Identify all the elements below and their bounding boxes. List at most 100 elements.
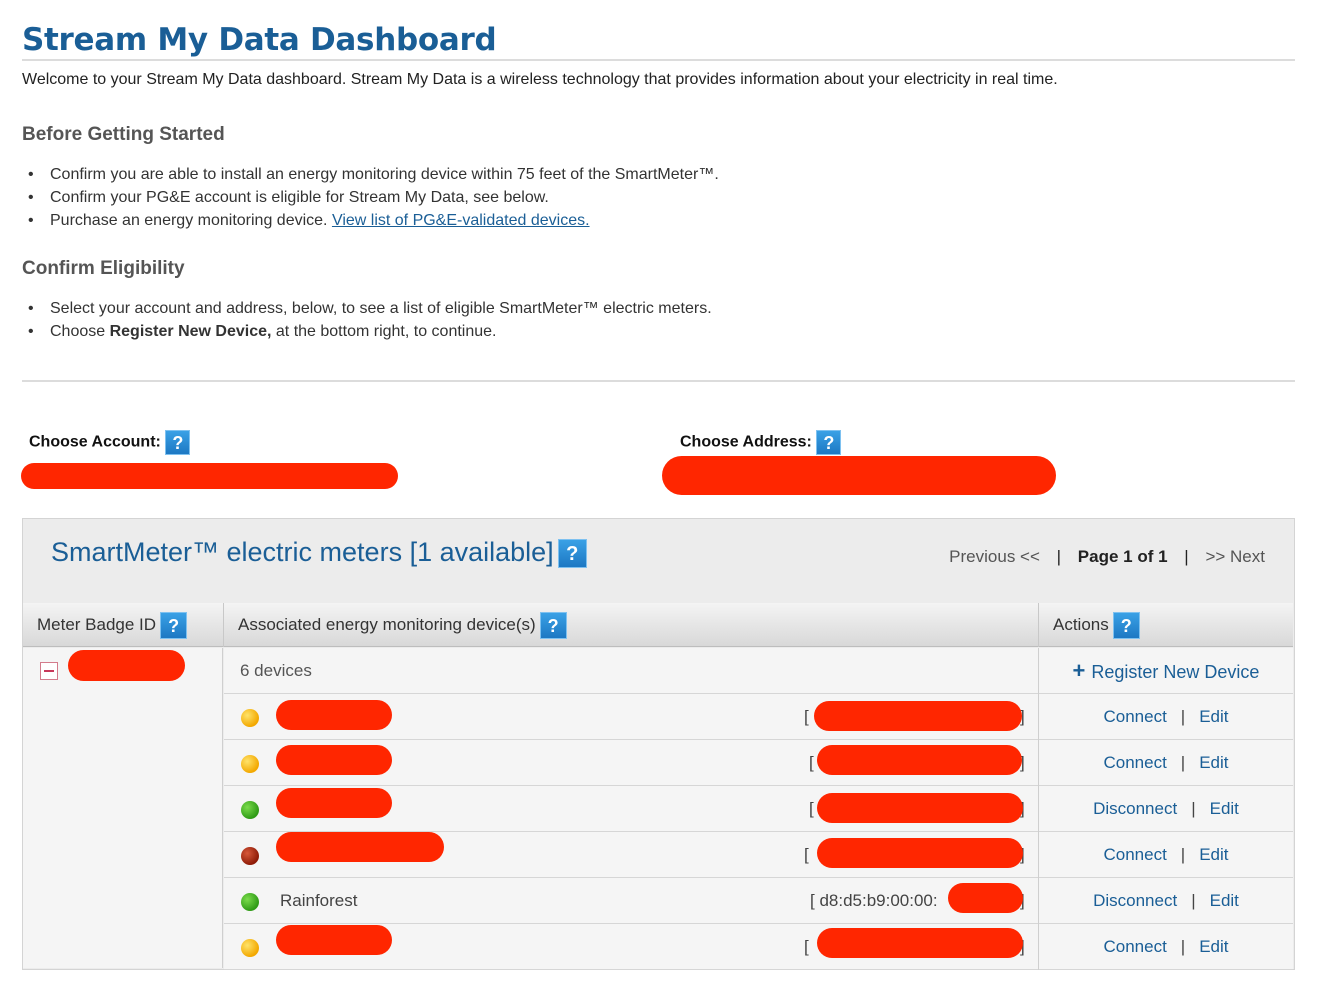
action-separator: | <box>1180 753 1186 772</box>
mac-bracket-open: [ <box>804 707 809 726</box>
address-select-redacted[interactable] <box>662 456 1056 495</box>
choose-account-label: Choose Account: ? <box>29 430 191 455</box>
choose-address-text: Choose Address: <box>680 433 812 451</box>
connect-link[interactable]: Connect <box>1103 753 1166 772</box>
action-separator: | <box>1180 707 1186 726</box>
action-separator: | <box>1191 891 1196 910</box>
connect-link[interactable]: Connect <box>1103 845 1166 864</box>
meters-help-icon[interactable]: ? <box>557 539 587 569</box>
register-new-device-button[interactable]: + Register New Device <box>1039 648 1293 695</box>
mac-bracket-open: [ <box>809 799 814 818</box>
list-item: Select your account and address, below, … <box>28 297 712 320</box>
account-help-icon[interactable]: ? <box>165 430 191 455</box>
section-divider <box>22 380 1295 382</box>
edit-link[interactable]: Edit <box>1210 799 1239 818</box>
column-header-devices: Associated energy monitoring device(s)? <box>224 603 1039 647</box>
register-cell: + Register New Device <box>1039 648 1293 694</box>
device-mac-redacted <box>948 883 1023 913</box>
eligibility-heading: Confirm Eligibility <box>22 258 185 279</box>
device-name: Rainforest <box>280 891 358 910</box>
actions-cell: Disconnect | Edit <box>1039 786 1293 832</box>
connect-link[interactable]: Connect <box>1103 707 1166 726</box>
table-row: Rainforest[ d8:d5:b9:00:00:]Disconnect|E… <box>224 878 1293 924</box>
column-header-text: Meter Badge ID <box>37 615 157 634</box>
device-count: 6 devices <box>240 661 312 680</box>
choose-account-text: Choose Account: <box>29 433 161 451</box>
address-help-icon[interactable]: ? <box>816 430 842 455</box>
plus-icon: + <box>1072 658 1086 683</box>
page-title: Stream My Data Dashboard <box>22 22 497 58</box>
column-header-actions: Actions? <box>1039 603 1293 647</box>
next-link[interactable]: >> Next <box>1205 547 1265 566</box>
pager: Previous << | Page 1 of 1 | >> Next <box>949 547 1265 567</box>
edit-link[interactable]: Edit <box>1199 753 1228 772</box>
list-item: Confirm you are able to install an energ… <box>28 163 719 186</box>
status-red-icon <box>241 847 259 865</box>
actions-help-icon[interactable]: ? <box>1112 612 1140 640</box>
connect-link[interactable]: Connect <box>1103 937 1166 956</box>
meter-badge-cell <box>23 648 223 968</box>
device-name-redacted <box>276 745 392 775</box>
edit-link[interactable]: Edit <box>1199 845 1228 864</box>
device-mac-redacted <box>817 838 1023 868</box>
meters-title-text: SmartMeter™ electric meters [1 available… <box>51 537 554 567</box>
action-separator: | <box>1180 937 1186 956</box>
status-yellow-icon <box>241 939 259 957</box>
disconnect-link[interactable]: Disconnect <box>1093 799 1177 818</box>
meters-title: SmartMeter™ electric meters [1 available… <box>51 537 587 569</box>
list-item: Confirm your PG&E account is eligible fo… <box>28 186 719 209</box>
mac-bracket-open: [ <box>804 845 809 864</box>
devices-help-icon[interactable]: ? <box>539 612 567 640</box>
status-yellow-icon <box>241 709 259 727</box>
device-mac-redacted <box>814 701 1022 731</box>
list-item: Purchase an energy monitoring device. Vi… <box>28 209 719 232</box>
action-separator: | <box>1180 845 1186 864</box>
disconnect-link[interactable]: Disconnect <box>1093 891 1177 910</box>
status-yellow-icon <box>241 755 259 773</box>
meter-badge-redacted <box>68 650 185 681</box>
collapse-minus-icon[interactable] <box>40 662 58 680</box>
device-name-redacted <box>276 788 392 818</box>
column-header-text: Associated energy monitoring device(s) <box>238 615 536 634</box>
actions-cell: Disconnect | Edit <box>1039 878 1293 924</box>
register-label: Register New Device <box>1091 662 1260 682</box>
previous-link[interactable]: Previous << <box>949 547 1040 566</box>
device-name-redacted <box>276 832 444 862</box>
list-item-text: Choose <box>50 323 110 340</box>
pager-separator: | <box>1056 547 1062 566</box>
account-select-redacted[interactable] <box>21 463 398 489</box>
device-name-redacted <box>276 925 392 955</box>
badge-help-icon[interactable]: ? <box>160 612 188 640</box>
list-item: Choose Register New Device, at the botto… <box>28 320 712 343</box>
before-started-heading: Before Getting Started <box>22 124 225 145</box>
edit-link[interactable]: Edit <box>1199 937 1228 956</box>
actions-cell: Connect | Edit <box>1039 740 1293 786</box>
title-divider <box>22 59 1295 61</box>
edit-link[interactable]: Edit <box>1210 891 1239 910</box>
device-mac: [ d8:d5:b9:00:00: <box>810 891 938 910</box>
device-cell: Rainforest[ d8:d5:b9:00:00:] <box>224 878 1039 924</box>
column-header-text: Actions <box>1053 615 1109 634</box>
mac-bracket-open: [ <box>809 753 814 772</box>
page-indicator: Page 1 of 1 <box>1077 547 1168 566</box>
before-started-list: Confirm you are able to install an energ… <box>28 163 719 232</box>
mac-bracket-open: [ <box>804 937 809 956</box>
status-green-icon <box>241 893 259 911</box>
device-count-cell: 6 devices <box>224 648 1039 694</box>
actions-cell: Connect | Edit <box>1039 924 1293 970</box>
validated-devices-link[interactable]: View list of PG&E-validated devices. <box>332 212 590 229</box>
actions-cell: Connect | Edit <box>1039 694 1293 740</box>
table-header: Meter Badge ID? Associated energy monito… <box>23 603 1293 647</box>
pager-separator: | <box>1184 547 1189 566</box>
device-mac-redacted <box>817 928 1023 958</box>
column-header-badge: Meter Badge ID? <box>23 603 224 647</box>
list-item-text: Purchase an energy monitoring device. <box>50 212 332 229</box>
edit-link[interactable]: Edit <box>1199 707 1228 726</box>
register-emphasis: Register New Device, <box>109 323 272 340</box>
list-item-text: at the bottom right, to continue. <box>271 323 497 340</box>
table-row: 6 devices + Register New Device <box>224 648 1293 694</box>
actions-cell: Connect | Edit <box>1039 832 1293 878</box>
eligibility-list: Select your account and address, below, … <box>28 297 712 343</box>
choose-address-label: Choose Address: ? <box>680 430 842 455</box>
status-green-icon <box>241 801 259 819</box>
